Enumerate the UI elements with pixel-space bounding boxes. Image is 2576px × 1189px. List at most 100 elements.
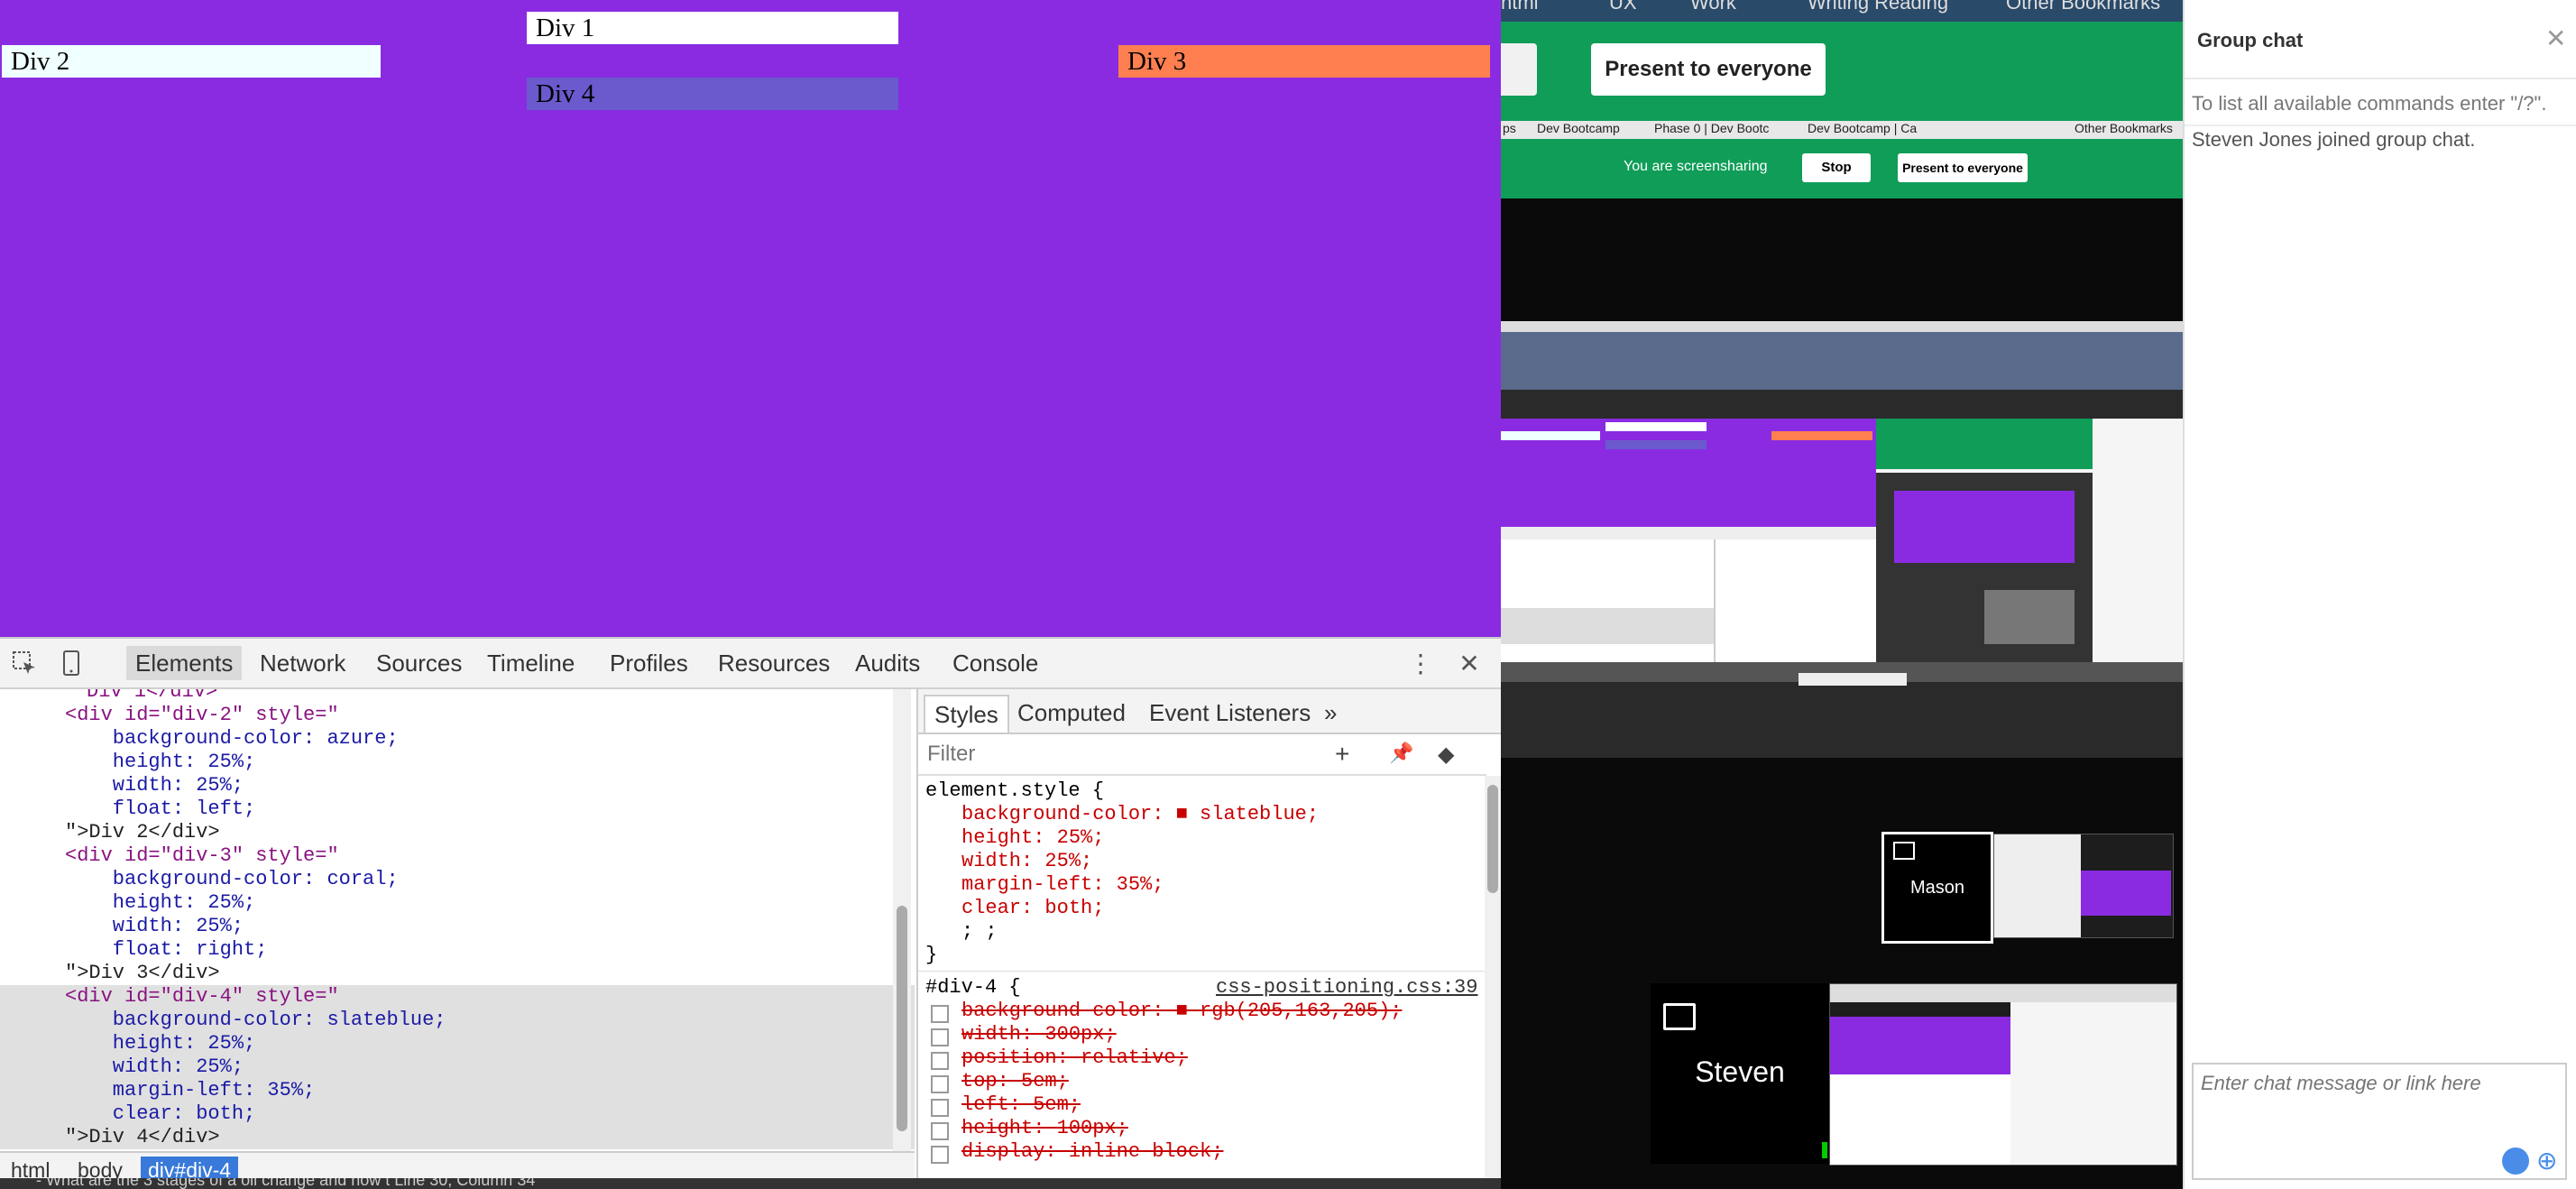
div-2[interactable]: Div 2 [2, 45, 381, 78]
prop-checkbox[interactable] [931, 1028, 949, 1046]
add-rule-icon[interactable]: + [1335, 740, 1349, 769]
div-4[interactable]: Div 4 [527, 78, 898, 110]
div-1[interactable]: Div 1 [527, 12, 898, 44]
filter-input[interactable] [925, 740, 1290, 769]
tab-sources[interactable]: Sources [367, 646, 471, 680]
pin-icon[interactable]: 📌 [1389, 742, 1413, 765]
group-chat-panel: Group chat ✕ To list all available comma… [2183, 0, 2576, 1189]
more-options-icon[interactable]: ⋮ [1403, 646, 1438, 680]
participant-tile-steven[interactable]: Steven [1651, 983, 1829, 1164]
bookmark[interactable]: ntml [1501, 0, 1539, 14]
style-prop[interactable]: margin-left: 35%; [961, 873, 1164, 897]
bookmark[interactable]: Writing Reading [1808, 0, 1948, 14]
scrollbar-thumb[interactable] [1487, 785, 1498, 893]
style-prop[interactable]: width: 25%; [961, 850, 1092, 873]
divider [918, 971, 1488, 972]
scrollbar-thumb[interactable] [897, 906, 907, 1131]
preview-div [1605, 440, 1707, 449]
chat-title: Group chat [2197, 29, 2304, 51]
hangout-video-area: ntml UX Work Writing Reading Other Bookm… [1501, 0, 2183, 1189]
dom-line[interactable]: <div id="div-2" style=" [0, 704, 915, 727]
audio-level-indicator [1822, 1142, 1827, 1158]
prop-checkbox[interactable] [931, 1052, 949, 1070]
style-prop-edit[interactable]: ; ; [961, 920, 998, 944]
bookmark[interactable]: Other Bookmarks [2006, 0, 2160, 14]
dom-line: ">Div 3</div> [0, 962, 915, 985]
tab-profiles[interactable]: Profiles [601, 646, 697, 680]
emoji-icon[interactable] [2502, 1148, 2529, 1175]
tab-network[interactable]: Network [251, 646, 354, 680]
dom-text: width: 25%; [65, 1055, 244, 1078]
prop-checkbox[interactable] [931, 1075, 949, 1093]
stop-button[interactable]: Stop [1802, 153, 1871, 182]
more-tabs-icon[interactable]: » [1315, 695, 1346, 731]
status-text: - What are the 3 stages of a oil change … [36, 1178, 536, 1189]
screensharing-text: You are screensharing [1624, 159, 1768, 174]
participant-name: Steven [1695, 1055, 1785, 1088]
style-prop-overridden[interactable]: top: 5em; [961, 1070, 1069, 1093]
tab-computed[interactable]: Computed [1008, 695, 1135, 731]
dom-line-selected[interactable]: <div id="div-4" style=" [0, 985, 915, 1009]
style-prop[interactable]: height: 25%; [961, 826, 1104, 850]
prop-checkbox[interactable] [931, 1005, 949, 1023]
dom-text: clear: both; [65, 1102, 256, 1125]
dom-tree[interactable]: Div 1</div> <div id="div-2" style=" back… [0, 689, 915, 1151]
bookmark[interactable]: UX [1609, 0, 1637, 14]
tab-resources[interactable]: Resources [709, 646, 839, 680]
partial-button[interactable] [1501, 43, 1537, 96]
style-prop[interactable]: background-color: ■ slateblue; [961, 803, 1319, 826]
dom-scrollbar[interactable] [893, 689, 911, 1151]
dom-text: height: 25%; [65, 1032, 256, 1055]
present-to-everyone-small-button[interactable]: Present to everyone [1898, 153, 2028, 182]
style-prop-overridden[interactable]: position: relative; [961, 1046, 1188, 1070]
tab-elements[interactable]: Elements [126, 646, 243, 680]
present-to-everyone-button[interactable]: Present to everyone [1591, 43, 1826, 96]
prop-checkbox[interactable] [931, 1099, 949, 1117]
bookmark[interactable]: Work [1690, 0, 1736, 14]
share-icon[interactable]: ⊕ [2536, 1146, 2565, 1175]
dom-text: height: 25%; [65, 751, 256, 773]
participant-tile-mason[interactable]: Mason [1881, 832, 1993, 944]
source-link[interactable]: css-positioning.css:39 [1216, 976, 1477, 1000]
device-mode-icon[interactable] [54, 646, 88, 680]
style-prop-overridden[interactable]: height: 100px; [961, 1117, 1128, 1140]
prop-checkbox[interactable] [931, 1122, 949, 1140]
tab-console[interactable]: Console [943, 646, 1047, 680]
toggle-state-icon[interactable]: ◆ [1438, 742, 1454, 768]
styles-scrollbar[interactable] [1485, 776, 1501, 1182]
main-screenshare-thumbnail[interactable] [1829, 983, 2177, 1166]
bookmark: Dev Bootcamp | Ca [1808, 121, 1918, 135]
thumb-content [2010, 1002, 2176, 1165]
div-3[interactable]: Div 3 [1118, 45, 1490, 78]
inspect-element-icon[interactable] [7, 646, 41, 680]
bookmarks-bar-top: ntml UX Work Writing Reading Other Bookm… [1501, 0, 2183, 22]
dom-text: width: 25%; [65, 774, 244, 797]
preview-div [1771, 431, 1872, 440]
dom-line[interactable]: <div id="div-3" style=" [0, 844, 915, 868]
div4-rule-selector: #div-4 { [925, 976, 1021, 999]
tab-event-listeners[interactable]: Event Listeners [1140, 695, 1320, 731]
style-prop-overridden[interactable]: display: inline-block; [961, 1140, 1223, 1164]
screenshare-bar: You are screensharing Stop Present to ev… [1501, 139, 2183, 198]
dom-text: height: 25%; [65, 891, 256, 914]
close-icon[interactable]: ✕ [1452, 646, 1486, 680]
dom-text: background-color: azure; [65, 727, 399, 750]
thumb-content [1830, 1017, 2010, 1074]
rule-close: } [925, 944, 938, 966]
prop-checkbox[interactable] [931, 1146, 949, 1164]
shared-screen-header: ps Dev Bootcamp Phase 0 | Dev Bootc Dev … [1501, 121, 2183, 198]
status-bar: - What are the 3 stages of a oil change … [0, 1178, 1501, 1189]
tab-audits[interactable]: Audits [846, 646, 929, 680]
preview-nested [1894, 491, 2075, 563]
participant-thumbnail[interactable] [1993, 834, 2174, 938]
style-prop-overridden[interactable]: left: 5em; [961, 1093, 1081, 1117]
dom-line-selected: ">Div 4</div> [0, 1126, 915, 1149]
close-icon[interactable]: ✕ [2545, 23, 2566, 53]
tab-timeline[interactable]: Timeline [478, 646, 584, 680]
element-style-selector: element.style { [925, 779, 1105, 802]
tab-styles[interactable]: Styles [924, 695, 1009, 733]
style-prop[interactable]: clear: both; [961, 897, 1104, 920]
style-prop-overridden[interactable]: width: 300px; [961, 1023, 1117, 1046]
style-prop-overridden[interactable]: background-color: ■ rgb(205,163,205); [961, 1000, 1402, 1023]
dom-line-selected: background-color: slateblue; [0, 1009, 915, 1032]
